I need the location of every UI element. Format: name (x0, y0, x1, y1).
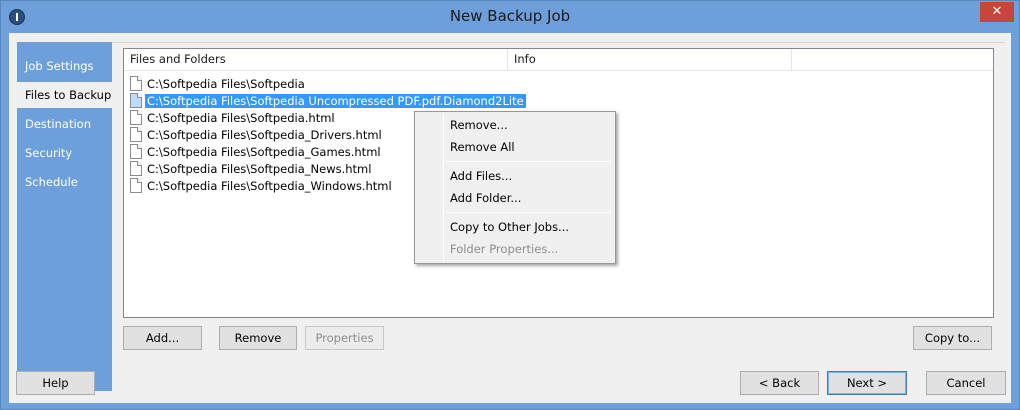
list-item[interactable]: C:\Softpedia Files\Softpedia_News.html (130, 161, 373, 178)
help-button[interactable]: Help (16, 371, 95, 395)
menu-item-copy-to-other-jobs[interactable]: Copy to Other Jobs... (417, 216, 613, 238)
file-icon (130, 127, 142, 142)
file-icon (130, 110, 142, 125)
close-button[interactable]: ✕ (980, 2, 1014, 22)
sidebar-item-job-settings[interactable]: Job Settings (17, 53, 112, 79)
title-bar[interactable]: New Backup Job ✕ (1, 1, 1019, 33)
list-header: Files and Folders Info (124, 49, 993, 71)
menu-separator (446, 161, 611, 162)
menu-item-add-files[interactable]: Add Files... (417, 165, 613, 187)
file-icon (130, 76, 142, 91)
list-item[interactable]: C:\Softpedia Files\Softpedia_Drivers.htm… (130, 127, 384, 144)
backup-job-window: New Backup Job ✕ Job Settings Files to B… (0, 0, 1020, 410)
sidebar-item-schedule[interactable]: Schedule (17, 169, 112, 195)
sidebar-item-security[interactable]: Security (17, 140, 112, 166)
file-path: C:\Softpedia Files\Softpedia (147, 77, 305, 91)
list-item-selected[interactable]: C:\Softpedia Files\Softpedia Uncompresse… (130, 93, 526, 110)
file-icon (130, 144, 142, 159)
list-item[interactable]: C:\Softpedia Files\Softpedia.html (130, 110, 337, 127)
file-path: C:\Softpedia Files\Softpedia Uncompresse… (145, 94, 526, 108)
context-menu: Remove... Remove All Add Files... Add Fo… (414, 111, 616, 264)
column-files-and-folders[interactable]: Files and Folders (124, 49, 508, 71)
properties-button[interactable]: Properties (305, 326, 384, 350)
back-button[interactable]: < Back (740, 371, 819, 395)
list-item[interactable]: C:\Softpedia Files\Softpedia (130, 76, 307, 93)
list-item[interactable]: C:\Softpedia Files\Softpedia_Games.html (130, 144, 383, 161)
file-path: C:\Softpedia Files\Softpedia_Games.html (147, 145, 381, 159)
file-path: C:\Softpedia Files\Softpedia_Drivers.htm… (147, 128, 382, 142)
column-info[interactable]: Info (508, 49, 792, 71)
cancel-button[interactable]: Cancel (926, 371, 1006, 395)
menu-item-folder-properties[interactable]: Folder Properties... (417, 238, 613, 260)
copy-to-button[interactable]: Copy to... (913, 326, 992, 350)
file-path: C:\Softpedia Files\Softpedia.html (147, 111, 335, 125)
file-icon (130, 93, 142, 108)
file-path: C:\Softpedia Files\Softpedia_Windows.htm… (147, 179, 392, 193)
sidebar-item-destination[interactable]: Destination (17, 111, 112, 137)
sidebar-item-files-to-backup[interactable]: Files to Backup (17, 82, 112, 108)
list-item[interactable]: C:\Softpedia Files\Softpedia_Windows.htm… (130, 178, 394, 195)
menu-item-remove[interactable]: Remove... (417, 114, 613, 136)
next-button[interactable]: Next > (827, 371, 907, 395)
file-path: C:\Softpedia Files\Softpedia_News.html (147, 162, 372, 176)
window-title: New Backup Job (449, 7, 571, 25)
remove-button[interactable]: Remove (219, 326, 297, 350)
file-icon (130, 178, 142, 193)
file-icon (130, 161, 142, 176)
menu-item-remove-all[interactable]: Remove All (417, 136, 613, 158)
sidebar-nav: Job Settings Files to Backup Destination… (17, 42, 112, 391)
menu-item-add-folder[interactable]: Add Folder... (417, 187, 613, 209)
add-button[interactable]: Add... (123, 326, 202, 350)
menu-separator (446, 212, 611, 213)
